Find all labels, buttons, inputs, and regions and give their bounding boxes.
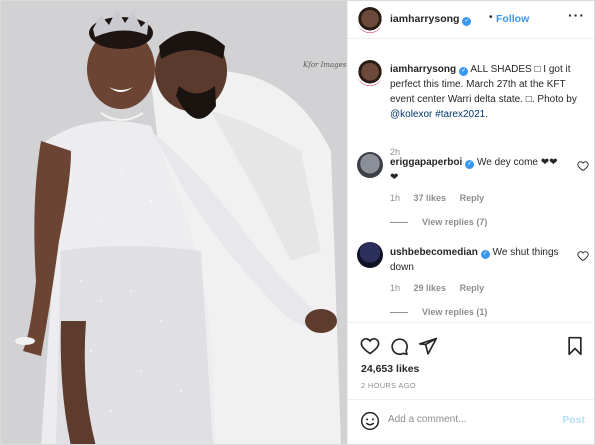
commenter-avatar[interactable] (357, 152, 383, 178)
heart-icon[interactable] (360, 336, 380, 356)
comment-timestamp[interactable]: 1h (390, 283, 400, 293)
view-replies-label: View replies (1) (422, 307, 488, 317)
comment-likes-count[interactable]: 37 likes (414, 193, 447, 203)
separator-dot: • (489, 12, 493, 23)
commenter-avatar[interactable] (357, 242, 383, 268)
post-timestamp[interactable]: 2 HOURS AGO (361, 381, 416, 390)
like-comment-heart-icon[interactable] (577, 250, 589, 262)
caption-author-avatar[interactable] (357, 60, 383, 86)
comment-icon[interactable] (389, 336, 409, 356)
post-photo[interactable]: Kfor Images (1, 1, 347, 444)
post-actions: 24,653 likes 2 HOURS AGO Post (348, 322, 594, 443)
comment-meta: 1h 29 likes Reply (390, 283, 495, 293)
caption-hashtag-link[interactable]: #tarex2021. (435, 109, 488, 120)
comment-timestamp[interactable]: 1h (390, 193, 400, 203)
verified-badge-icon: ✓ (465, 160, 475, 169)
comment-meta: 1h 37 likes Reply (390, 193, 495, 203)
comment-likes-count[interactable]: 29 likes (414, 283, 447, 293)
view-replies-button[interactable]: View replies (7) (390, 217, 487, 227)
author-avatar[interactable] (357, 7, 383, 33)
bookmark-icon[interactable] (565, 336, 585, 356)
post-comment-button[interactable]: Post (562, 414, 585, 426)
add-comment-input[interactable] (388, 414, 548, 425)
share-icon[interactable] (418, 336, 438, 356)
photo-illustration (1, 1, 347, 444)
comment-username[interactable]: ushbebecomedian (390, 247, 478, 258)
view-replies-label: View replies (7) (422, 217, 488, 227)
comment-text: ushbebecomedian ✓ We shut things down (390, 245, 560, 275)
follow-button[interactable]: Follow (496, 13, 529, 25)
verified-badge-icon: ✓ (462, 17, 472, 26)
view-replies-button[interactable]: View replies (1) (390, 307, 487, 317)
post-header: iamharrysong ✓ • Follow ··· (348, 1, 594, 39)
post-side-panel: iamharrysong ✓ • Follow ··· iamharrysong ✓… (347, 1, 594, 444)
comment-username[interactable]: eriggapaperboi (390, 157, 462, 168)
comments-scroll-area[interactable]: iamharrysong ✓ ALL SHADES □ I got it perf… (348, 40, 594, 322)
add-comment-bar: Post (348, 399, 594, 443)
view-replies-line (390, 222, 408, 224)
verified-badge-icon: ✓ (480, 250, 490, 259)
post-likes-count[interactable]: 24,653 likes (361, 363, 419, 375)
caption-username[interactable]: iamharrysong (390, 64, 456, 75)
instagram-post: Kfor Images iamharrysong ✓ • Follow ··· i… (0, 0, 595, 445)
caption-text: iamharrysong ✓ ALL SHADES □ I got it perf… (390, 62, 586, 122)
author-username[interactable]: iamharrysong ✓ (390, 13, 472, 26)
verified-badge-icon: ✓ (459, 67, 469, 76)
photo-watermark: Kfor Images (303, 61, 347, 69)
like-comment-heart-icon[interactable] (577, 160, 589, 172)
comment-reply-button[interactable]: Reply (460, 283, 485, 293)
comment-text: eriggapaperboi ✓ We dey come ❤❤❤ (390, 155, 560, 185)
caption-mention-link[interactable]: @kolexor (390, 109, 432, 120)
more-options-icon[interactable]: ··· (568, 7, 585, 23)
emoji-icon[interactable] (360, 411, 380, 431)
comment-reply-button[interactable]: Reply (460, 193, 485, 203)
view-replies-line (390, 312, 408, 314)
